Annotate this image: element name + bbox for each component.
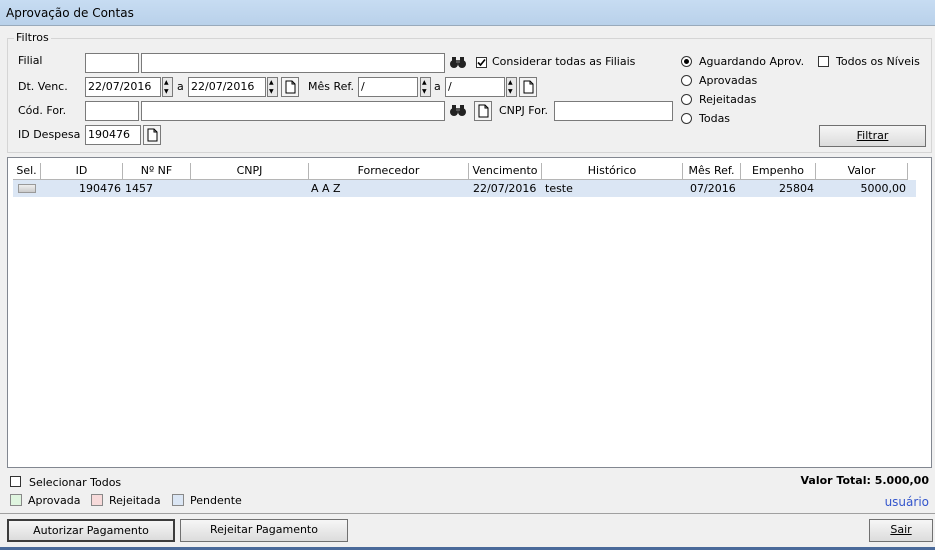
status-rejeitadas-radio[interactable] <box>681 94 692 105</box>
cell-mesref: 07/2016 <box>690 182 736 195</box>
dtvenc-calendar-button[interactable] <box>281 77 299 97</box>
status-aguardando-radio[interactable] <box>681 56 692 67</box>
status-aguardando-label: Aguardando Aprov. <box>699 55 805 68</box>
valor-total-label: Valor Total: 5.000,00 <box>800 474 929 487</box>
usuario-label: usuário <box>884 495 929 509</box>
filtrar-label: Filtrar <box>856 129 889 142</box>
filtrar-button[interactable]: Filtrar <box>819 125 926 147</box>
dtvenc-to-input[interactable]: 22/07/2016 <box>188 77 266 97</box>
cnpj-label: CNPJ For. <box>499 104 548 117</box>
autorizar-label: Autorizar Pagamento <box>33 524 149 537</box>
mesref-to-input[interactable]: / <box>445 77 505 97</box>
legend-aprovada-label: Aprovada <box>28 494 81 507</box>
search-filial-button[interactable] <box>449 53 467 73</box>
cell-empenho: 25804 <box>779 182 814 195</box>
cell-vencimento: 22/07/2016 <box>473 182 537 195</box>
rejeitar-pagamento-button[interactable]: Rejeitar Pagamento <box>180 519 348 542</box>
considerar-filiais-checkbox[interactable] <box>476 57 487 68</box>
binoculars-icon <box>450 105 466 116</box>
sair-button[interactable]: Sair <box>869 519 933 542</box>
dtvenc-a-label: a <box>177 80 184 93</box>
cell-fornecedor: A A Z <box>311 182 341 195</box>
dtvenc-to-spinner[interactable] <box>267 77 278 97</box>
legend-rejeitada-swatch <box>91 494 103 506</box>
legend-aprovada-swatch <box>10 494 22 506</box>
col-header-empenho[interactable]: Empenho <box>741 163 816 180</box>
col-header-cnpj[interactable]: CNPJ <box>191 163 309 180</box>
cell-valor: 5000,00 <box>860 182 907 195</box>
filial-name-input[interactable] <box>141 53 445 73</box>
cell-id: 190476 <box>79 182 121 195</box>
mesref-calendar-button[interactable] <box>519 77 537 97</box>
footer-separator <box>0 513 935 514</box>
document-icon <box>478 104 489 118</box>
col-header-sel[interactable]: Sel. <box>13 163 41 180</box>
col-header-id[interactable]: ID <box>41 163 123 180</box>
accounts-grid[interactable]: Sel. ID Nº NF CNPJ Fornecedor Vencimento… <box>7 157 932 468</box>
col-header-vencimento[interactable]: Vencimento <box>469 163 542 180</box>
codfor-label: Cód. For. <box>18 104 67 117</box>
binoculars-icon <box>450 57 466 68</box>
col-header-nf[interactable]: Nº NF <box>123 163 191 180</box>
todos-niveis-label: Todos os Níveis <box>836 55 920 68</box>
filters-legend: Filtros <box>14 31 51 44</box>
cell-nf: 1457 <box>125 182 153 195</box>
status-aprovadas-radio[interactable] <box>681 75 692 86</box>
rejeitar-label: Rejeitar Pagamento <box>210 523 318 536</box>
mesref-a-label: a <box>434 80 441 93</box>
selecionar-todos-label: Selecionar Todos <box>29 476 122 489</box>
selecionar-todos-checkbox[interactable] <box>10 476 21 487</box>
codfor-code-input[interactable] <box>85 101 139 121</box>
document-icon <box>523 80 534 94</box>
dtvenc-from-spinner[interactable] <box>162 77 173 97</box>
status-todas-label: Todas <box>699 112 731 125</box>
legend-pendente-swatch <box>172 494 184 506</box>
mesref-label: Mês Ref. <box>308 80 354 93</box>
filial-code-input[interactable] <box>85 53 139 73</box>
document-icon <box>147 128 158 142</box>
codfor-name-input[interactable] <box>141 101 445 121</box>
mesref-to-spinner[interactable] <box>506 77 517 97</box>
dtvenc-label: Dt. Venc. <box>18 80 68 93</box>
title-bar: Aprovação de Contas <box>0 0 935 26</box>
status-aprovadas-label: Aprovadas <box>699 74 758 87</box>
dtvenc-from-input[interactable]: 22/07/2016 <box>85 77 161 97</box>
col-header-fornecedor[interactable]: Fornecedor <box>309 163 469 180</box>
autorizar-pagamento-button[interactable]: Autorizar Pagamento <box>7 519 175 542</box>
considerar-filiais-label: Considerar todas as Filiais <box>492 55 636 68</box>
cell-historico: teste <box>545 182 573 195</box>
mesref-from-spinner[interactable] <box>420 77 431 97</box>
col-header-mesref[interactable]: Mês Ref. <box>683 163 741 180</box>
iddespesa-new-button[interactable] <box>143 125 161 145</box>
legend-rejeitada-label: Rejeitada <box>109 494 161 507</box>
status-rejeitadas-label: Rejeitadas <box>699 93 757 106</box>
col-header-historico[interactable]: Histórico <box>542 163 683 180</box>
row-select-button[interactable] <box>18 184 36 193</box>
cnpj-input[interactable] <box>554 101 673 121</box>
iddespesa-input[interactable]: 190476 <box>85 125 141 145</box>
todos-niveis-checkbox[interactable] <box>818 56 829 67</box>
mesref-from-input[interactable]: / <box>358 77 418 97</box>
window-title: Aprovação de Contas <box>6 6 134 20</box>
filial-label: Filial <box>18 54 43 67</box>
search-fornecedor-button[interactable] <box>449 101 467 121</box>
col-header-valor[interactable]: Valor <box>816 163 908 180</box>
legend-pendente-label: Pendente <box>190 494 242 507</box>
iddespesa-label: ID Despesa <box>18 128 81 141</box>
status-todas-radio[interactable] <box>681 113 692 124</box>
sair-label: Sair <box>890 523 912 536</box>
document-icon <box>285 80 296 94</box>
codfor-new-button[interactable] <box>474 101 492 121</box>
